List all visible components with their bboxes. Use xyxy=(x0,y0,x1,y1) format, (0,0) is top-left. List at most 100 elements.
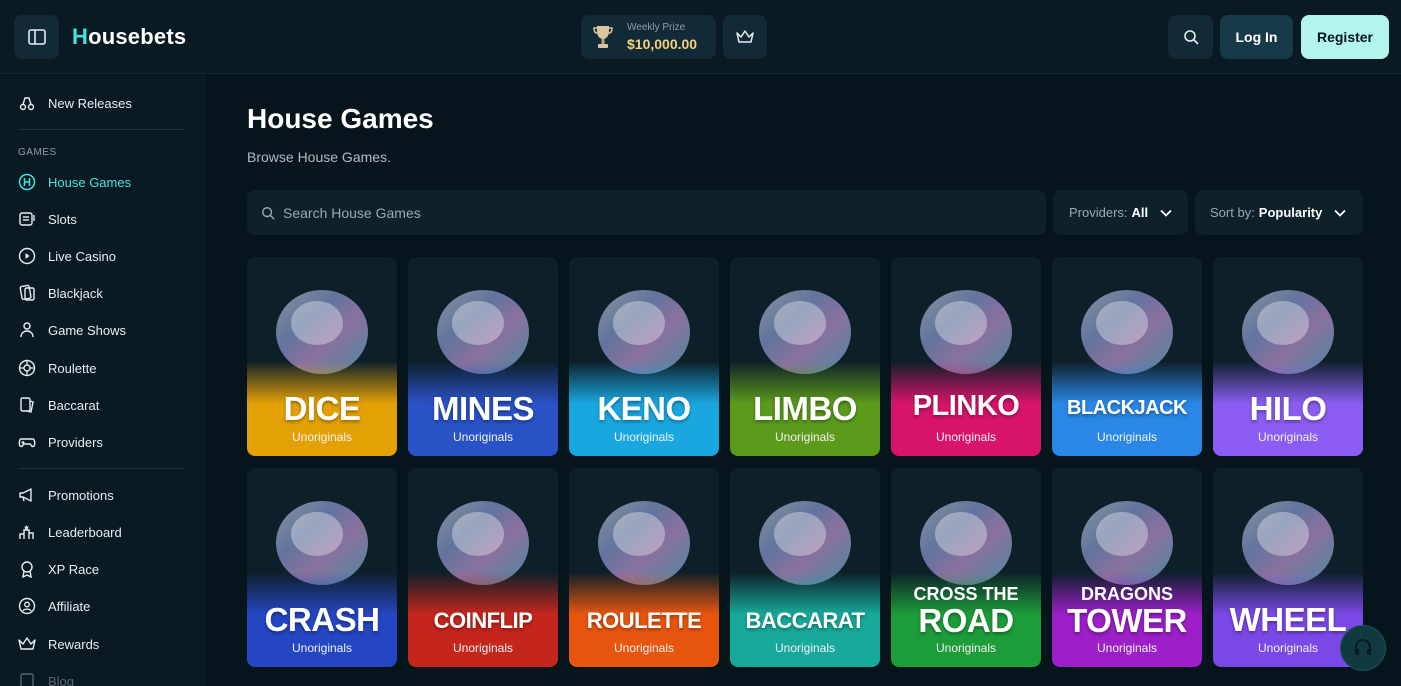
game-card-mines[interactable]: MINES Unoriginals xyxy=(408,257,558,456)
house-games-icon xyxy=(18,173,36,191)
sidebar-item-label: House Games xyxy=(48,174,132,190)
support-button[interactable] xyxy=(1340,625,1386,671)
game-provider: Unoriginals xyxy=(774,430,836,444)
providers-dropdown[interactable]: Providers: All xyxy=(1053,190,1188,235)
game-card-blackjack[interactable]: BLACKJACK Unoriginals xyxy=(1052,257,1202,456)
game-title: ROAD xyxy=(918,602,1014,639)
sidebar-item-label: Game Shows xyxy=(48,322,127,338)
headset-icon xyxy=(1355,639,1371,655)
game-provider: Unoriginals xyxy=(291,641,353,655)
game-title: BACCARAT xyxy=(745,608,865,633)
logo-text: ousebets xyxy=(88,24,187,49)
logo[interactable]: Housebets xyxy=(72,24,186,50)
podium-icon xyxy=(18,523,36,541)
game-title: DICE xyxy=(283,390,361,427)
main-content: House Games Browse House Games. Provider… xyxy=(206,75,1401,686)
game-card-road[interactable]: CROSS THE ROAD Unoriginals xyxy=(891,468,1041,667)
sidebar-toggle-icon xyxy=(27,29,46,45)
sidebar-item-game-shows[interactable]: Game Shows xyxy=(18,318,126,342)
game-provider: Unoriginals xyxy=(291,430,353,444)
sidebar-item-baccarat[interactable]: Baccarat xyxy=(18,393,99,417)
game-card-hilo[interactable]: HILO Unoriginals xyxy=(1213,257,1363,456)
game-provider: Unoriginals xyxy=(613,641,675,655)
game-provider: Unoriginals xyxy=(452,641,514,655)
cards-icon xyxy=(18,284,36,302)
sidebar-item-providers[interactable]: Providers xyxy=(18,430,103,454)
sidebar-item-label: Affiliate xyxy=(48,598,91,614)
game-card-crash[interactable]: CRASH Unoriginals xyxy=(247,468,397,667)
sidebar-item-label: Promotions xyxy=(48,487,114,503)
search-icon xyxy=(1183,30,1199,45)
providers-label: Providers: xyxy=(1069,205,1128,220)
login-button[interactable]: Log In xyxy=(1220,15,1293,59)
crown-icon xyxy=(18,635,36,653)
search-icon xyxy=(262,206,275,220)
game-provider: Unoriginals xyxy=(935,641,997,655)
sidebar-divider xyxy=(18,468,184,469)
blog-icon xyxy=(18,672,36,686)
baccarat-icon xyxy=(18,396,36,414)
game-card-wheel[interactable]: WHEEL Unoriginals xyxy=(1213,468,1363,667)
game-provider: Unoriginals xyxy=(1257,430,1319,444)
page-title: House Games xyxy=(247,103,434,134)
medal-icon xyxy=(18,560,36,578)
top-bar: Housebets Weekly Prize $10,000.00 Log In… xyxy=(0,0,1401,74)
host-icon xyxy=(18,321,36,339)
sidebar-item-roulette[interactable]: Roulette xyxy=(18,356,96,380)
affiliate-icon xyxy=(18,597,36,615)
game-title: PLINKO xyxy=(912,390,1020,422)
game-card-coinflip[interactable]: COINFLIP Unoriginals xyxy=(408,468,558,667)
game-card-roulette[interactable]: ROULETTE Unoriginals xyxy=(569,468,719,667)
game-card-tower[interactable]: DRAGONS TOWER Unoriginals xyxy=(1052,468,1202,667)
sidebar-toggle-button[interactable] xyxy=(14,15,59,59)
game-provider: Unoriginals xyxy=(935,430,997,444)
sidebar-item-live-casino[interactable]: Live Casino xyxy=(18,244,116,268)
sidebar-item-xp-race[interactable]: XP Race xyxy=(18,557,99,581)
trophy-icon xyxy=(593,26,613,48)
sidebar-item-label: New Releases xyxy=(48,95,132,111)
sidebar-item-blog[interactable]: Blog xyxy=(18,669,74,686)
game-title: HILO xyxy=(1249,390,1327,427)
sidebar-section-label: GAMES xyxy=(18,147,57,158)
rewards-crown-button[interactable] xyxy=(723,15,767,59)
sidebar-item-slots[interactable]: Slots xyxy=(18,207,77,231)
sidebar-item-house-games[interactable]: House Games xyxy=(18,170,131,194)
search-field[interactable] xyxy=(247,190,1046,235)
sidebar-item-label: Live Casino xyxy=(48,248,116,264)
sidebar-item-label: Baccarat xyxy=(48,397,100,413)
search-input[interactable] xyxy=(283,204,983,221)
logo-initial: H xyxy=(72,24,89,49)
game-provider: Unoriginals xyxy=(452,430,514,444)
sidebar-item-label: Blackjack xyxy=(48,285,103,301)
game-provider: Unoriginals xyxy=(774,641,836,655)
game-title: CRASH xyxy=(264,601,380,638)
game-title: COINFLIP xyxy=(433,608,533,633)
game-card-limbo[interactable]: LIMBO Unoriginals xyxy=(730,257,880,456)
megaphone-icon xyxy=(18,486,36,504)
prize-label: Weekly Prize xyxy=(627,22,686,33)
game-card-dice[interactable]: DICE Unoriginals xyxy=(247,257,397,456)
sort-dropdown[interactable]: Sort by: Popularity xyxy=(1195,190,1363,235)
sidebar-item-label: Leaderboard xyxy=(48,524,122,540)
sidebar-item-affiliate[interactable]: Affiliate xyxy=(18,594,90,618)
search-button[interactable] xyxy=(1168,15,1213,59)
sidebar-item-label: XP Race xyxy=(48,561,100,577)
weekly-prize-badge[interactable]: Weekly Prize $10,000.00 xyxy=(581,15,716,59)
sidebar-item-new-releases[interactable]: New Releases xyxy=(18,91,132,115)
sidebar-item-blackjack[interactable]: Blackjack xyxy=(18,281,103,305)
game-card-plinko[interactable]: PLINKO Unoriginals xyxy=(891,257,1041,456)
sidebar-item-leaderboard[interactable]: Leaderboard xyxy=(18,520,122,544)
game-card-baccarat[interactable]: BACCARAT Unoriginals xyxy=(730,468,880,667)
register-button[interactable]: Register xyxy=(1301,15,1389,59)
game-card-keno[interactable]: KENO Unoriginals xyxy=(569,257,719,456)
sidebar-item-rewards[interactable]: Rewards xyxy=(18,632,99,656)
sidebar-item-label: Rewards xyxy=(48,636,100,652)
sidebar-item-promotions[interactable]: Promotions xyxy=(18,483,114,507)
sidebar-item-label: Blog xyxy=(48,673,75,686)
game-title: MINES xyxy=(431,390,535,427)
sidebar-divider xyxy=(18,129,184,130)
roulette-icon xyxy=(18,359,36,377)
game-provider: Unoriginals xyxy=(613,430,675,444)
sidebar-item-label: Providers xyxy=(48,434,103,450)
game-title: ROULETTE xyxy=(586,608,702,633)
